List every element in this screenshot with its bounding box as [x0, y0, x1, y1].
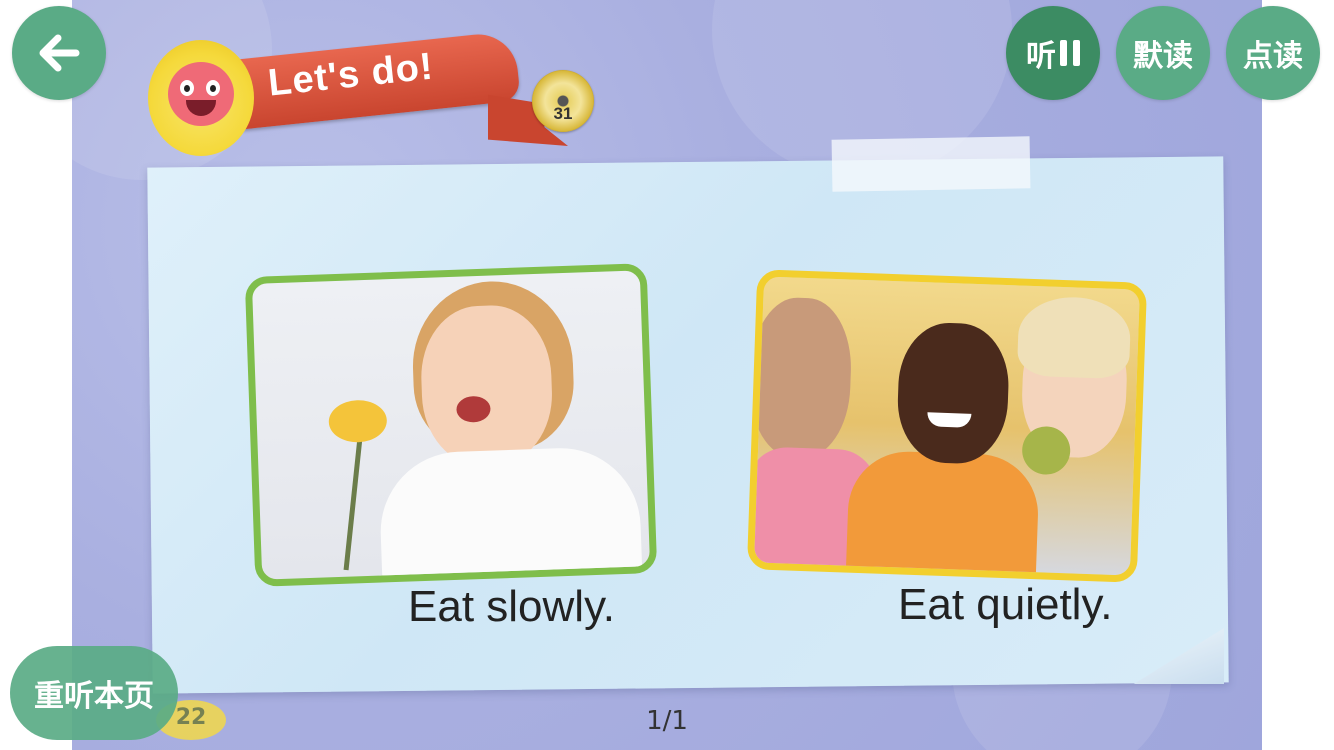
pause-icon	[1060, 40, 1080, 66]
replay-label: 重听本页	[34, 679, 154, 714]
track-number: 31	[553, 104, 573, 123]
photo-eat-slowly	[244, 263, 658, 587]
silent-read-label: 默读	[1133, 39, 1193, 74]
arrow-left-icon	[39, 34, 80, 72]
listen-button[interactable]: 听	[1006, 6, 1100, 100]
photo-eat-quietly	[746, 269, 1148, 583]
book-page: Let's do! 31 Eat slowly. Eat quietly. 22	[72, 0, 1262, 750]
page-indicator: 1/1	[646, 706, 688, 736]
apple-icon	[1021, 425, 1072, 476]
tap-read-label: 点读	[1243, 39, 1303, 74]
caption-eat-slowly: Eat slowly.	[408, 582, 616, 631]
tape-strip	[831, 136, 1031, 192]
caption-eat-quietly: Eat quietly.	[898, 580, 1113, 629]
replay-page-button[interactable]: 重听本页	[10, 646, 178, 740]
flower-icon	[328, 399, 388, 444]
cd-icon: 31	[532, 70, 594, 132]
back-button[interactable]	[12, 6, 106, 100]
lesson-badge: Let's do! 31	[148, 30, 594, 164]
listen-label: 听	[1026, 39, 1056, 74]
tap-read-button[interactable]: 点读	[1226, 6, 1320, 100]
silent-read-button[interactable]: 默读	[1116, 6, 1210, 100]
mascot-icon	[148, 40, 254, 156]
